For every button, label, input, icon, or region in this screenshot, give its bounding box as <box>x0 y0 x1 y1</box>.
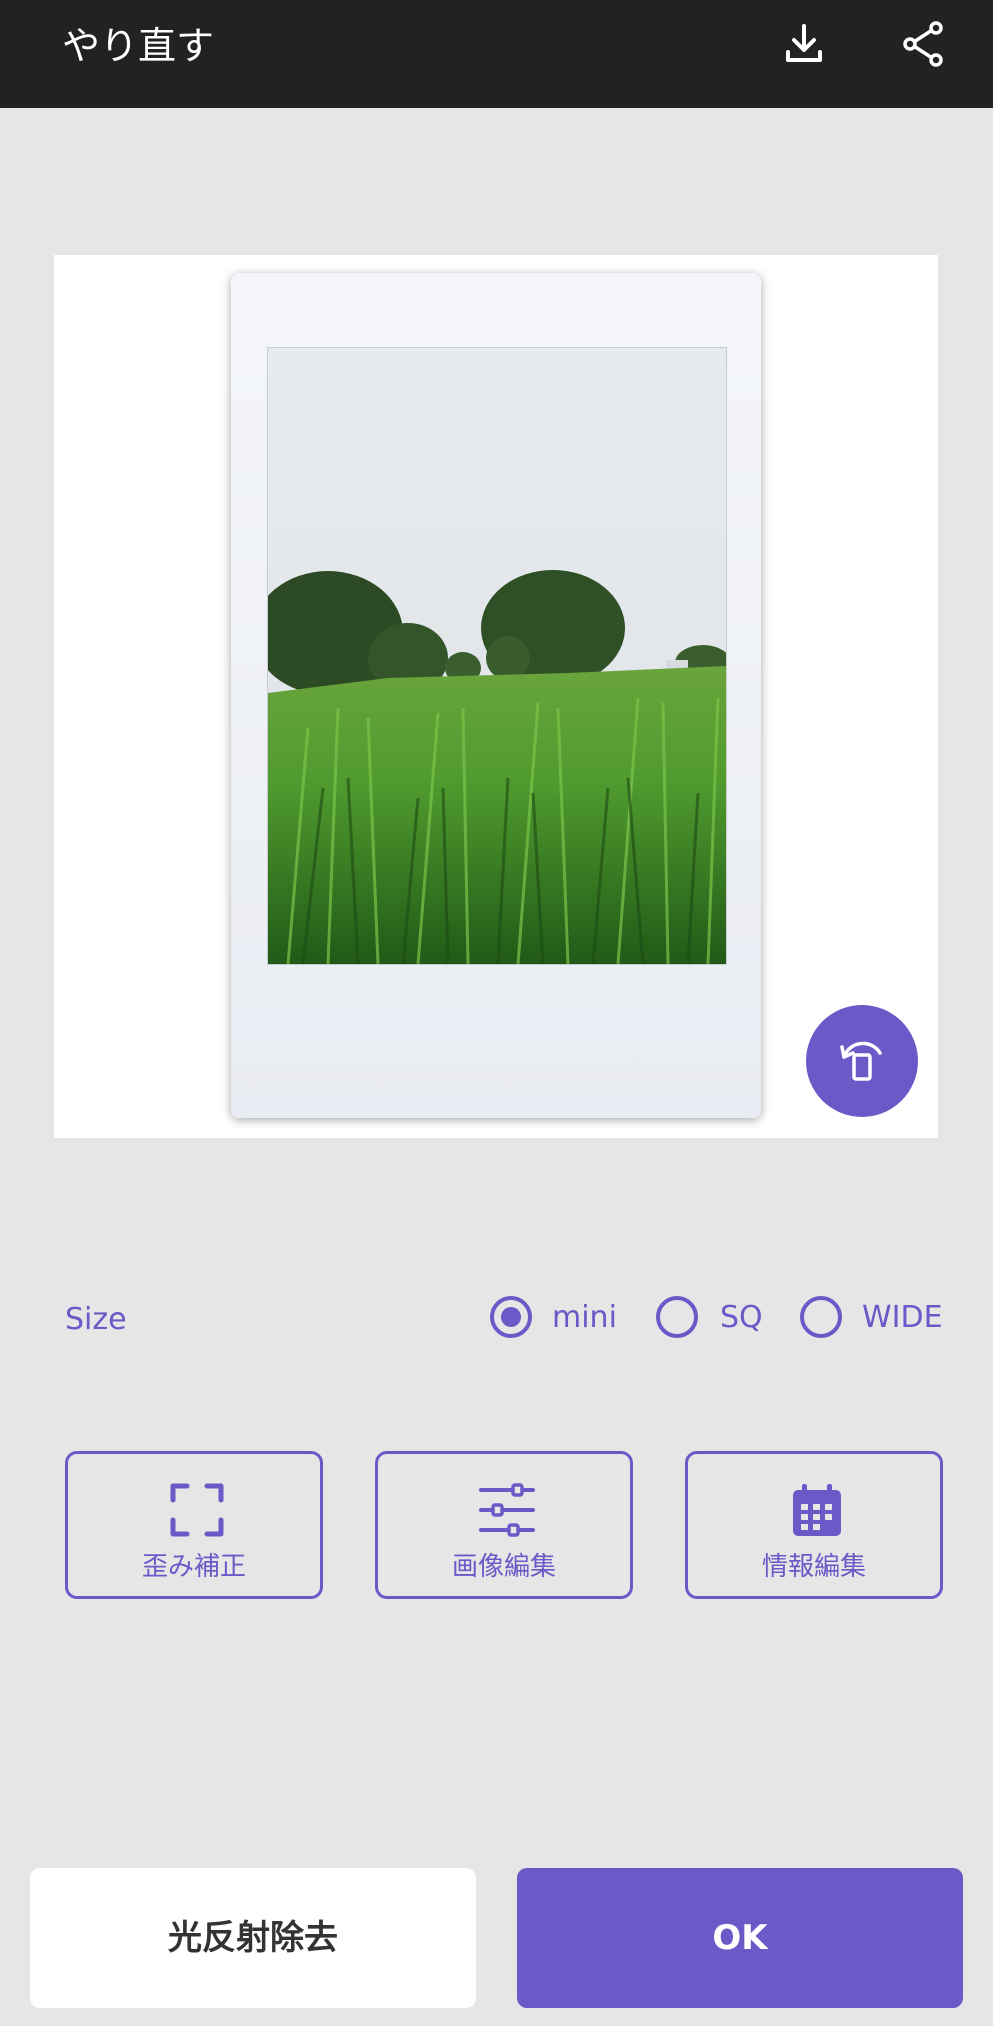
download-icon[interactable] <box>780 20 828 68</box>
tool-label: 画像編集 <box>451 1552 556 1582</box>
rotate-button[interactable] <box>806 1005 918 1117</box>
radio-unselected[interactable] <box>800 1296 842 1338</box>
image-edit-button[interactable]: 画像編集 <box>375 1451 633 1599</box>
photo-preview <box>54 255 938 1138</box>
redo-title[interactable]: やり直す <box>62 22 214 70</box>
tool-label: 情報編集 <box>761 1552 866 1582</box>
scanned-photo <box>267 347 727 965</box>
rotate-icon <box>840 1041 882 1081</box>
radio-unselected[interactable] <box>656 1296 698 1338</box>
crop-frame-icon <box>170 1483 224 1537</box>
share-icon[interactable] <box>900 20 948 68</box>
tool-label: 歪み補正 <box>141 1552 246 1582</box>
info-edit-button[interactable]: 情報編集 <box>685 1451 943 1599</box>
top-bar: やり直す <box>0 0 993 108</box>
instax-mini-print <box>231 273 761 1118</box>
remove-glare-button[interactable]: 光反射除去 <box>30 1868 476 2008</box>
size-option-label: SQ <box>720 1300 763 1335</box>
size-label: Size <box>65 1302 127 1337</box>
radio-selected[interactable] <box>490 1296 532 1338</box>
sliders-icon <box>479 1483 535 1537</box>
size-option-label: WIDE <box>862 1300 943 1335</box>
distortion-correction-button[interactable]: 歪み補正 <box>65 1451 323 1599</box>
size-option-label: mini <box>552 1300 617 1335</box>
calendar-icon <box>793 1484 841 1536</box>
ok-button[interactable]: OK <box>517 1868 963 2008</box>
